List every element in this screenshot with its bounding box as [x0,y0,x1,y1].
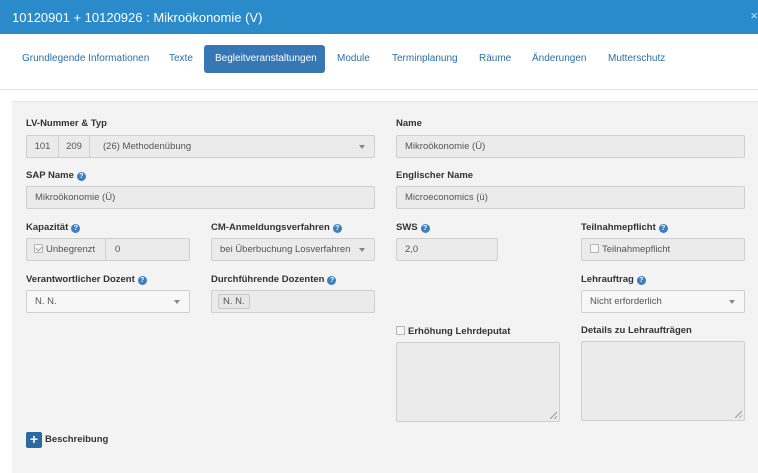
dozent-select[interactable]: N. N. [26,290,190,313]
beschreibung-label[interactable]: Beschreibung [45,434,108,445]
dozent-label-text: Verantwortlicher Dozent [26,274,135,285]
help-icon[interactable]: ? [76,172,86,181]
kapazitaet-label-text: Kapazität [26,222,69,233]
tab-raeume[interactable]: Räume [468,45,522,73]
dozent-tag[interactable]: N. N. [218,294,250,309]
teilnahmepflicht-checkbox[interactable] [590,244,599,253]
help-icon[interactable]: ? [332,224,342,233]
resize-handle-icon[interactable] [550,412,557,419]
sws-field[interactable]: 2,0 [396,238,498,261]
lehrauftrag-label: Lehrauftrag? [581,274,646,285]
tab-module[interactable]: Module [326,45,381,73]
sap-name-label-text: SAP Name [26,170,74,181]
unbegrenzt-label: Unbegrenzt [46,244,96,255]
lehrauftrag-label-text: Lehrauftrag [581,274,634,285]
help-icon[interactable]: ? [137,276,147,285]
durchfuehrende-dozenten-multiselect[interactable]: N. N. [211,290,375,313]
chevron-down-icon [174,300,180,304]
chevron-down-icon [729,300,735,304]
name-label: Name [396,118,422,129]
lv-number-1: 101 [27,136,59,157]
lehrdeputat-label-text: Erhöhung Lehrdeputat [408,326,511,337]
lehrdeputat-textarea[interactable] [396,342,560,422]
help-icon[interactable]: ? [327,276,337,285]
chevron-down-icon [359,248,365,252]
sws-label: SWS? [396,222,430,233]
unbegrenzt-checkbox[interactable] [34,244,43,253]
teilnahmepflicht-label: Teilnahmepflicht? [581,222,668,233]
unbegrenzt-checkbox-group[interactable]: Unbegrenzt [27,239,106,260]
sap-name-field[interactable]: Mikroökonomie (Ü) [26,186,375,209]
kapazitaet-label: Kapazität? [26,222,81,233]
durchfuehrende-dozenten-label-text: Durchführende Dozenten [211,274,325,285]
close-icon[interactable]: × [750,8,758,23]
kapazitaet-input[interactable]: 0 [107,239,189,260]
tab-aenderungen[interactable]: Änderungen [521,45,598,73]
tab-bar: Grundlegende Informationen Texte Begleit… [0,34,758,90]
cm-anmeldung-select[interactable]: bei Überbuchung Losverfahren [211,238,375,261]
dozent-label: Verantwortlicher Dozent? [26,274,147,285]
resize-handle-icon[interactable] [735,411,742,418]
dialog-header: 10120901 + 10120926 : Mikroökonomie (V) … [0,0,758,34]
durchfuehrende-dozenten-label: Durchführende Dozenten? [211,274,337,285]
expand-beschreibung-button[interactable]: + [26,432,42,448]
tab-begleitveranstaltungen[interactable]: Begleitveranstaltungen [204,45,325,73]
english-name-label: Englischer Name [396,170,474,181]
chevron-down-icon [359,145,365,149]
teilnahmepflicht-label-text: Teilnahmepflicht [581,222,656,233]
tab-mutterschutz[interactable]: Mutterschutz [597,45,676,73]
details-lehrauftraege-label: Details zu Lehraufträgen [581,325,692,336]
lv-label: LV-Nummer & Typ [26,118,107,129]
lv-type-select[interactable]: 101 209 (26) Methodenübung [26,135,375,158]
lv-number-2: 209 [59,136,90,157]
teilnahmepflicht-checkbox-group[interactable]: Teilnahmepflicht [581,238,745,261]
teilnahmepflicht-checkbox-label: Teilnahmepflicht [602,244,671,255]
lehrauftrag-select[interactable]: Nicht erforderlich [581,290,745,313]
help-icon[interactable]: ? [420,224,430,233]
name-field[interactable]: Mikroökonomie (Ü) [396,135,745,158]
sap-name-label: SAP Name? [26,170,86,181]
sws-label-text: SWS [396,222,418,233]
tab-terminplanung[interactable]: Terminplanung [381,45,469,73]
dozent-value: N. N. [35,296,57,307]
lehrdeputat-checkbox[interactable] [396,326,405,335]
cm-anmeldung-label-text: CM-Anmeldungsverfahren [211,222,330,233]
english-name-field[interactable]: Microeconomics (ü) [396,186,745,209]
cm-anmeldung-label: CM-Anmeldungsverfahren? [211,222,342,233]
help-icon[interactable]: ? [71,224,81,233]
dialog-title: 10120901 + 10120926 : Mikroökonomie (V) [12,10,263,25]
lehrauftrag-value: Nicht erforderlich [590,296,662,307]
kapazitaet-group: Unbegrenzt 0 [26,238,190,261]
cm-anmeldung-value: bei Überbuchung Losverfahren [220,244,351,255]
lv-type-value: (26) Methodenübung [103,141,192,152]
lehrdeputat-label[interactable]: Erhöhung Lehrdeputat [396,326,510,337]
details-lehrauftraege-textarea[interactable] [581,341,745,421]
tab-grundlegende-informationen[interactable]: Grundlegende Informationen [11,45,160,73]
help-icon[interactable]: ? [658,224,668,233]
help-icon[interactable]: ? [636,276,646,285]
tab-texte[interactable]: Texte [158,45,204,73]
